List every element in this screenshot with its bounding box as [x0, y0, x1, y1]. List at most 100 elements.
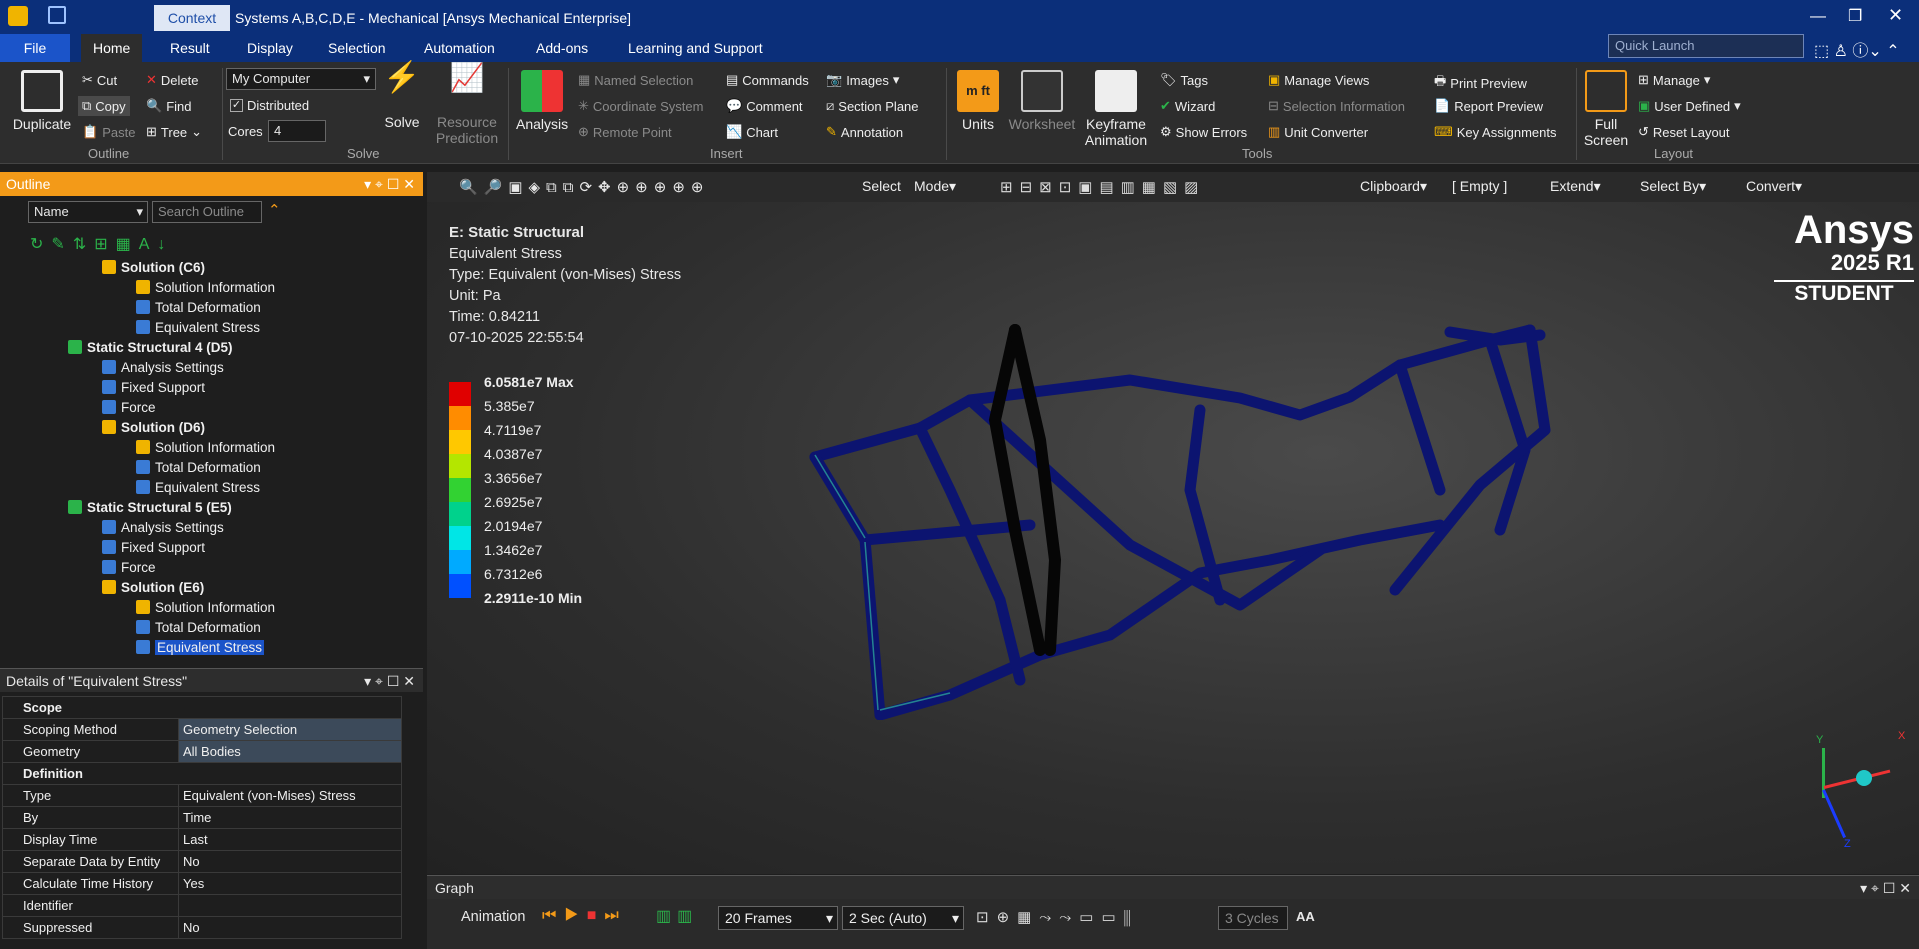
outline-item[interactable]: Solution Information — [136, 600, 275, 615]
outline-item[interactable]: Force — [102, 560, 156, 575]
tab-selection[interactable]: Selection — [316, 34, 398, 62]
units-button[interactable]: m ft Units — [954, 70, 1002, 132]
select-by-button[interactable]: Select By▾ — [1622, 178, 1706, 195]
tab-file[interactable]: File — [0, 34, 70, 62]
search-outline-input[interactable]: Search Outline — [152, 201, 262, 223]
details-row[interactable]: Type Equivalent (von-Mises) Stress — [2, 784, 402, 807]
outline-item[interactable]: Static Structural 5 (E5) — [68, 500, 232, 515]
keyframe-animation-button[interactable]: Keyframe Animation — [1080, 70, 1152, 148]
outline-item[interactable]: Static Structural 4 (D5) — [68, 340, 233, 355]
outline-toolbar-icons[interactable]: ↻✎⇅⊞▦A↓ — [30, 234, 173, 254]
cores-input[interactable]: 4 — [268, 120, 326, 142]
user-defined-button[interactable]: ▣ User Defined ▾ — [1638, 98, 1741, 114]
print-preview-button[interactable]: 🖶 Print Preview — [1434, 72, 1527, 94]
outline-item[interactable]: Solution (C6) — [102, 260, 205, 275]
outline-item[interactable]: Analysis Settings — [102, 360, 224, 375]
cut-button[interactable]: ✂ Cut — [82, 72, 117, 88]
frame-mode-icons[interactable]: ▥▥ — [656, 906, 698, 926]
extend-button[interactable]: Extend▾ — [1534, 178, 1601, 195]
outline-item[interactable]: Force — [102, 400, 156, 415]
outline-item[interactable]: Total Deformation — [136, 620, 261, 635]
frame-model[interactable] — [800, 310, 1560, 720]
outline-item[interactable]: Equivalent Stress — [136, 320, 260, 335]
save-icon[interactable] — [48, 6, 66, 24]
tree-button[interactable]: ⊞ Tree ⌄ — [146, 124, 202, 140]
unit-converter-button[interactable]: ▥ Unit Converter — [1268, 124, 1368, 140]
details-row[interactable]: Geometry All Bodies — [2, 740, 402, 763]
antialias-button[interactable]: AA — [1296, 909, 1315, 924]
duration-select[interactable]: 2 Sec (Auto) ▾ — [842, 906, 964, 930]
details-row[interactable]: By Time — [2, 806, 402, 829]
quick-launch-input[interactable]: Quick Launch — [1608, 34, 1804, 58]
tags-button[interactable]: 🏷 Tags — [1160, 72, 1208, 88]
details-value[interactable] — [178, 894, 402, 917]
annotation-button[interactable]: ✎ Annotation — [826, 124, 903, 140]
images-button[interactable]: 📷 Images ▾ — [826, 72, 899, 88]
find-button[interactable]: 🔍 Find — [146, 98, 191, 114]
tab-result[interactable]: Result — [158, 34, 222, 62]
details-value[interactable]: Equivalent (von-Mises) Stress — [178, 784, 402, 807]
distributed-checkbox[interactable]: ✓ Distributed — [230, 98, 309, 113]
close-icon[interactable]: ✕ — [1888, 5, 1903, 26]
animation-controls[interactable]: ⏮▶■⏭ — [542, 907, 627, 925]
details-row[interactable]: Suppressed No — [2, 916, 402, 939]
axis-triad[interactable]: Y X Z — [1800, 720, 1910, 850]
details-row[interactable]: Scope — [2, 696, 402, 719]
outline-item[interactable]: Fixed Support — [102, 380, 205, 395]
named-selection-button[interactable]: ▦ Named Selection — [578, 72, 693, 88]
view-tool-icons[interactable]: 🔍🔎▣◈⧉⧉⟳✥⊕⊕⊕⊕⊕ — [459, 178, 709, 196]
details-value[interactable]: No — [178, 850, 402, 873]
details-row[interactable]: Calculate Time History Yes — [2, 872, 402, 895]
manage-views-button[interactable]: ▣ Manage Views — [1268, 72, 1369, 88]
details-value[interactable]: Time — [178, 806, 402, 829]
outline-item[interactable]: Equivalent Stress — [136, 640, 265, 655]
details-row[interactable]: Identifier — [2, 894, 402, 917]
outline-item[interactable]: Analysis Settings — [102, 520, 224, 535]
outline-item[interactable]: Fixed Support — [102, 540, 205, 555]
analysis-button[interactable]: Analysis — [516, 70, 568, 132]
solve-target-select[interactable]: My Computer ▾ — [226, 68, 376, 90]
solve-button[interactable]: ⚡ Solve — [380, 63, 424, 131]
selection-information-button[interactable]: ⊟ Selection Information — [1268, 98, 1405, 114]
details-value[interactable]: No — [178, 916, 402, 939]
outline-item[interactable]: Equivalent Stress — [136, 480, 260, 495]
chart-button[interactable]: 📉 Chart — [726, 124, 778, 140]
show-errors-button[interactable]: ⚙ Show Errors — [1160, 124, 1247, 140]
report-preview-button[interactable]: 📄 Report Preview — [1434, 98, 1543, 114]
select-button[interactable]: Select — [862, 178, 901, 194]
section-plane-button[interactable]: ⧄ Section Plane — [826, 98, 919, 114]
outline-item[interactable]: Total Deformation — [136, 300, 261, 315]
tab-add-ons[interactable]: Add-ons — [524, 34, 600, 62]
convert-button[interactable]: Convert▾ — [1728, 178, 1802, 195]
coordinate-system-button[interactable]: ✳ Coordinate System — [578, 98, 703, 114]
tab-display[interactable]: Display — [235, 34, 305, 62]
commands-button[interactable]: ▤ Commands — [726, 72, 809, 88]
details-value[interactable]: Geometry Selection — [178, 718, 402, 741]
details-value[interactable]: Last — [178, 828, 402, 851]
restore-icon[interactable]: ❐ — [1848, 6, 1862, 26]
details-row[interactable]: Separate Data by Entity No — [2, 850, 402, 873]
details-row[interactable]: Scoping Method Geometry Selection — [2, 718, 402, 741]
details-row[interactable]: Definition — [2, 762, 402, 785]
comment-button[interactable]: 💬 Comment — [726, 98, 803, 114]
paste-button[interactable]: 📋 Paste — [82, 124, 135, 140]
graph-tool-icons[interactable]: ⊡⊕▦⤳⤳▭▭⫼ — [976, 908, 1139, 926]
worksheet-button[interactable]: Worksheet — [1006, 70, 1078, 132]
chevron-up-icon[interactable]: ⌃ — [268, 201, 281, 219]
outline-item[interactable]: Solution (E6) — [102, 580, 204, 595]
delete-button[interactable]: ✕ Delete — [146, 72, 198, 88]
manage-layout-button[interactable]: ⊞ Manage ▾ — [1638, 72, 1710, 88]
tab-home[interactable]: Home — [81, 34, 143, 62]
details-value[interactable]: All Bodies — [178, 740, 402, 763]
details-value[interactable]: Yes — [178, 872, 402, 895]
wizard-button[interactable]: ✔ Wizard — [1160, 98, 1215, 114]
details-row[interactable]: Display Time Last — [2, 828, 402, 851]
context-tab[interactable]: Context — [154, 5, 230, 31]
frames-select[interactable]: 20 Frames ▾ — [718, 906, 838, 930]
mode-button[interactable]: Mode▾ — [914, 178, 956, 195]
clipboard-button[interactable]: Clipboard▾ — [1342, 178, 1427, 195]
reset-layout-button[interactable]: ↺ Reset Layout — [1638, 124, 1730, 140]
duplicate-button[interactable]: Duplicate — [10, 70, 74, 132]
outline-filter-select[interactable]: Name ▾ — [28, 201, 148, 223]
tab-automation[interactable]: Automation — [412, 34, 507, 62]
